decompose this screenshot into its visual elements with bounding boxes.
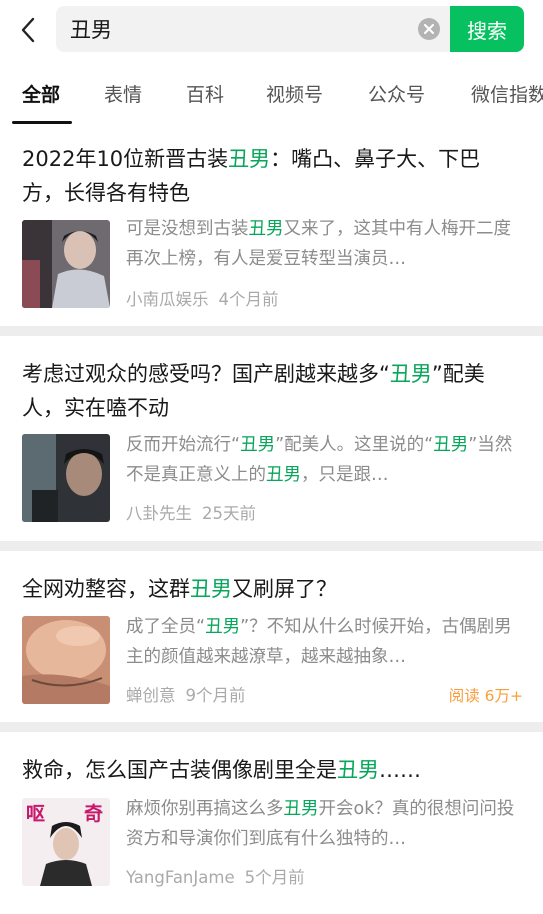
result-time: 4个月前 (218, 290, 279, 309)
result-source[interactable]: 小南瓜娱乐 (126, 290, 209, 309)
result-card[interactable]: 救命，怎么国产古装偶像剧里全是丑男…… 呕 奇 麻烦你别再搞这么多丑男开会ok？… (0, 732, 543, 914)
result-title[interactable]: 考虑过观众的感受吗？国产剧越来越多“丑男”配美人，实在嗑不动 (22, 357, 522, 425)
result-meta: YangFanJame 5个月前 (126, 864, 315, 888)
section-divider (0, 326, 543, 336)
keyword-highlight: 丑男 (228, 147, 271, 171)
tab-official-accounts[interactable]: 公众号 (368, 80, 425, 107)
result-meta: 蝉创意 9个月前 (126, 682, 256, 706)
result-source[interactable]: 八卦先生 (126, 504, 192, 523)
result-source[interactable]: 蝉创意 (126, 686, 176, 705)
result-thumbnail: 呕 奇 (22, 798, 110, 886)
clear-icon[interactable] (418, 18, 440, 40)
result-snippet: 成了全员“丑男”？不知从什么时候开始，古偶剧男主的颜值越来越潦草，越来越抽象… (126, 617, 512, 667)
search-box (56, 6, 450, 52)
result-time: 5个月前 (244, 868, 305, 887)
result-thumbnail (22, 220, 110, 308)
read-count: 阅读 6万+ (448, 687, 523, 705)
result-snippet: 麻烦你别再搞这么多丑男开会ok？真的很想问问投资方和导演你们到底有什么独特的… (126, 799, 515, 849)
back-arrow-icon[interactable] (10, 10, 46, 50)
thumb-caption-left: 呕 (26, 803, 45, 825)
keyword-highlight: 丑男 (389, 362, 432, 386)
thumb-caption-right: 奇 (84, 802, 103, 825)
result-meta: 小南瓜娱乐 4个月前 (126, 286, 289, 310)
filter-tabs: 全部 表情 百科 视频号 公众号 微信指数 (0, 66, 543, 124)
search-header: 搜索 (0, 0, 543, 60)
result-card[interactable]: 2022年10位新晋古装丑男：嘴凸、鼻子大、下巴方，长得各有特色 可是没想到古装… (0, 128, 543, 326)
search-input[interactable] (70, 17, 400, 41)
result-title[interactable]: 全网劝整容，这群丑男又刷屏了？ (22, 572, 522, 606)
keyword-highlight: 丑男 (337, 758, 379, 782)
result-card[interactable]: 考虑过观众的感受吗？国产剧越来越多“丑男”配美人，实在嗑不动 反而开始流行“丑男… (0, 336, 543, 541)
result-title[interactable]: 救命，怎么国产古装偶像剧里全是丑男…… (22, 753, 522, 787)
result-card[interactable]: 全网劝整容，这群丑男又刷屏了？ 成了全员“丑男”？不知从什么时候开始，古偶剧男主… (0, 551, 543, 722)
tab-wechat-index[interactable]: 微信指数 (471, 80, 543, 107)
tab-stickers[interactable]: 表情 (104, 80, 142, 107)
result-time: 25天前 (202, 504, 256, 523)
result-snippet: 反而开始流行“丑男”配美人。这里说的“丑男”当然不是真正意义上的丑男，只是跟… (126, 435, 513, 485)
result-snippet: 可是没想到古装丑男又来了，这其中有人梅开二度再次上榜，有人是爱豆转型当演员… (126, 219, 511, 269)
result-meta: 八卦先生 25天前 (126, 500, 266, 524)
tab-encyclopedia[interactable]: 百科 (186, 80, 224, 107)
result-thumbnail (22, 434, 110, 522)
result-title[interactable]: 2022年10位新晋古装丑男：嘴凸、鼻子大、下巴方，长得各有特色 (22, 142, 522, 210)
active-tab-indicator (12, 121, 72, 124)
section-divider (0, 722, 543, 732)
tab-channels[interactable]: 视频号 (266, 80, 323, 107)
result-thumbnail (22, 616, 110, 704)
section-divider (0, 541, 543, 551)
result-source[interactable]: YangFanJame (126, 868, 235, 887)
tab-all[interactable]: 全部 (22, 80, 60, 107)
search-button[interactable]: 搜索 (450, 6, 524, 52)
result-time: 9个月前 (185, 686, 246, 705)
keyword-highlight: 丑男 (190, 577, 232, 601)
